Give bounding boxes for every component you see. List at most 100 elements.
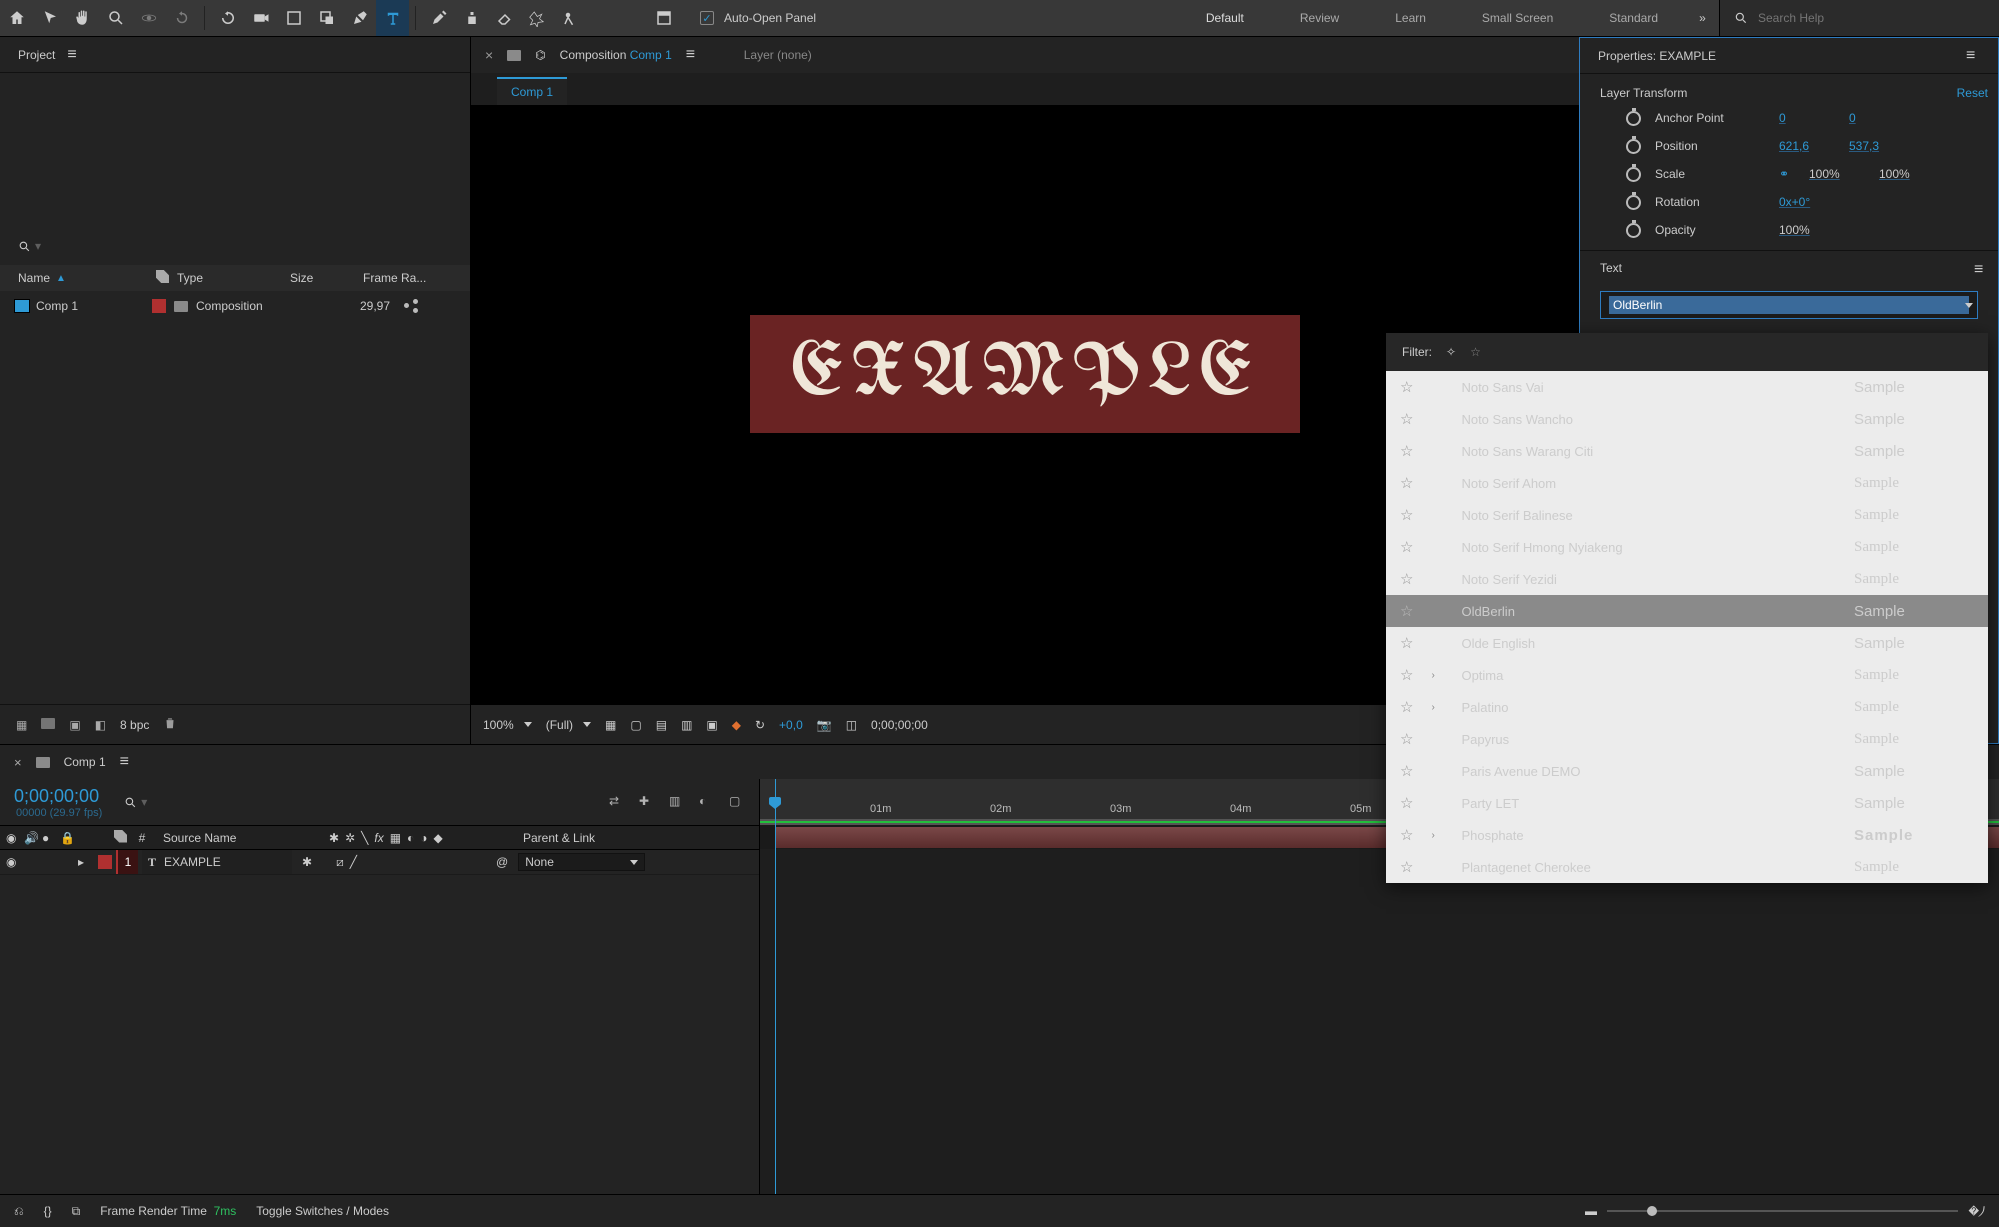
comp-subtab[interactable]: Comp 1 — [497, 77, 567, 105]
av-col-lock-icon[interactable]: 🔒 — [60, 831, 74, 845]
filter-typekit-icon[interactable]: ✧ — [1446, 345, 1456, 359]
frame-blend-icon[interactable]: ▥ — [669, 794, 685, 810]
flowchart-icon[interactable]: ⌬ — [535, 48, 545, 62]
position-y[interactable]: 537,3 — [1849, 139, 1905, 153]
exposure-reset-icon[interactable]: ↻ — [755, 718, 765, 732]
workspace-learn[interactable]: Learn — [1367, 0, 1454, 36]
toggle-switches-modes[interactable]: Toggle Switches / Modes — [256, 1204, 389, 1218]
favorite-star-icon[interactable]: ☆ — [1400, 602, 1413, 620]
font-option[interactable]: ☆Noto Sans Warang CitiSample — [1386, 435, 1988, 467]
playhead[interactable] — [775, 779, 776, 1194]
col-size[interactable]: Size — [290, 271, 355, 285]
exposure-value[interactable]: +0,0 — [779, 718, 803, 732]
font-option[interactable]: ☆Noto Sans WanchoSample — [1386, 403, 1988, 435]
zoom-dropdown[interactable]: 100% — [483, 718, 532, 732]
av-col-eye-icon[interactable]: ◉ — [6, 831, 20, 845]
new-comp-icon[interactable]: ▣ — [69, 718, 80, 732]
stopwatch-icon[interactable] — [1626, 223, 1641, 238]
sort-asc-icon[interactable]: ▲ — [56, 273, 66, 284]
favorite-star-icon[interactable]: ☆ — [1400, 410, 1413, 428]
font-option[interactable]: ☆›OptimaSample — [1386, 659, 1988, 691]
transparency-grid-icon[interactable]: ▦ — [605, 718, 616, 732]
close-tab-icon[interactable]: × — [14, 755, 22, 770]
help-search-input[interactable] — [1758, 11, 1958, 25]
shy-icon[interactable]: ✱ — [329, 831, 339, 845]
font-option[interactable]: ☆Noto Sans VaiSample — [1386, 371, 1988, 403]
workspace-small[interactable]: Small Screen — [1454, 0, 1581, 36]
position-x[interactable]: 621,6 — [1779, 139, 1835, 153]
workspace-standard[interactable]: Standard — [1581, 0, 1686, 36]
selection-tool-icon[interactable] — [33, 0, 66, 36]
render-toggle-icon[interactable]: {} — [44, 1204, 52, 1218]
layer-tab[interactable]: Layer (none) — [744, 48, 812, 62]
show-snapshot-icon[interactable]: ◫ — [846, 718, 857, 732]
col-type[interactable]: Type — [177, 271, 282, 285]
quality-icon[interactable]: ╲ — [361, 831, 368, 845]
col-parent[interactable]: Parent & Link — [517, 831, 672, 845]
timeline-tab[interactable]: Comp 1 — [64, 755, 106, 769]
scale-y[interactable]: 100% — [1879, 167, 1935, 181]
twirl-icon[interactable]: ▸ — [78, 855, 94, 869]
stopwatch-icon[interactable] — [1626, 139, 1641, 154]
label-color-swatch[interactable] — [152, 299, 166, 313]
type-tool-icon[interactable] — [376, 0, 409, 36]
expand-family-icon[interactable]: › — [1431, 670, 1443, 681]
font-option[interactable]: ☆›PhosphateSample — [1386, 819, 1988, 851]
zoom-tool-icon[interactable] — [99, 0, 132, 36]
interpret-footage-icon[interactable]: ▦ — [16, 718, 27, 732]
workspace-review[interactable]: Review — [1272, 0, 1367, 36]
adjust-icon[interactable]: ◑ — [420, 831, 427, 845]
hand-tool-icon[interactable] — [66, 0, 99, 36]
av-col-solo-icon[interactable]: ● — [42, 831, 56, 845]
favorite-star-icon[interactable]: ☆ — [1400, 794, 1413, 812]
col-index[interactable]: # — [131, 831, 153, 845]
rotate-tool-icon[interactable] — [165, 0, 198, 36]
roto-tool-icon[interactable] — [521, 0, 554, 36]
font-family-input[interactable] — [1609, 296, 1969, 314]
eraser-tool-icon[interactable] — [488, 0, 521, 36]
pickwhip-icon[interactable]: @ — [496, 855, 508, 869]
anchor-x[interactable]: 0 — [1779, 111, 1835, 125]
visibility-toggle[interactable]: ◉ — [6, 855, 20, 869]
font-option[interactable]: ☆OldBerlinSample — [1386, 595, 1988, 627]
font-option[interactable]: ☆Noto Serif AhomSample — [1386, 467, 1988, 499]
project-search[interactable]: ▾ — [18, 231, 462, 261]
pen-tool-icon[interactable] — [343, 0, 376, 36]
font-option[interactable]: ☆Party LETSample — [1386, 787, 1988, 819]
font-option[interactable]: ☆Noto Serif BalineseSample — [1386, 499, 1988, 531]
zoom-out-icon[interactable]: ▬ — [1585, 1204, 1597, 1218]
panel-menu-icon[interactable] — [120, 753, 134, 771]
col-source[interactable]: Source Name — [157, 831, 319, 845]
orbit-tool-icon[interactable] — [132, 0, 165, 36]
toggle-shy-icon[interactable]: ⎌ — [14, 1204, 24, 1219]
roi-icon[interactable]: ▢ — [630, 718, 641, 732]
workspace-default[interactable]: Default — [1178, 0, 1272, 36]
dropdown-caret-icon[interactable] — [1965, 303, 1973, 308]
flowchart-icon[interactable] — [404, 299, 418, 313]
clone-tool-icon[interactable] — [455, 0, 488, 36]
panel-menu-icon[interactable] — [67, 46, 81, 64]
close-tab-icon[interactable]: × — [485, 47, 493, 63]
filter-favorites-icon[interactable]: ☆ — [1470, 345, 1481, 359]
parent-dropdown[interactable]: None — [518, 853, 645, 871]
reset-link[interactable]: Reset — [1957, 86, 1988, 100]
zoom-slider[interactable] — [1607, 1210, 1958, 1212]
comp-flowchart-icon[interactable]: ⇄ — [609, 794, 625, 810]
col-name[interactable]: Name — [18, 271, 50, 285]
mask-tool-icon[interactable] — [310, 0, 343, 36]
stopwatch-icon[interactable] — [1626, 195, 1641, 210]
av-col-audio-icon[interactable]: 🔊 — [24, 831, 38, 845]
label-color[interactable] — [98, 855, 112, 869]
brackets-icon[interactable]: ⧉ — [72, 1204, 81, 1219]
snapshot-icon[interactable]: 📷 — [817, 718, 832, 732]
puppet-tool-icon[interactable] — [554, 0, 587, 36]
motion-blur-icon[interactable]: ◐ — [699, 794, 715, 810]
expand-family-icon[interactable]: › — [1431, 830, 1443, 841]
favorite-star-icon[interactable]: ☆ — [1400, 634, 1413, 652]
resolution-dropdown[interactable]: (Full) — [546, 718, 591, 732]
shy-switch[interactable]: ✱ — [302, 855, 312, 869]
link-icon[interactable]: ⚭ — [1779, 168, 1795, 180]
home-icon[interactable] — [0, 0, 33, 36]
color-mgmt-icon[interactable]: ◆ — [732, 718, 741, 732]
guides-icon[interactable]: ▥ — [681, 718, 692, 732]
